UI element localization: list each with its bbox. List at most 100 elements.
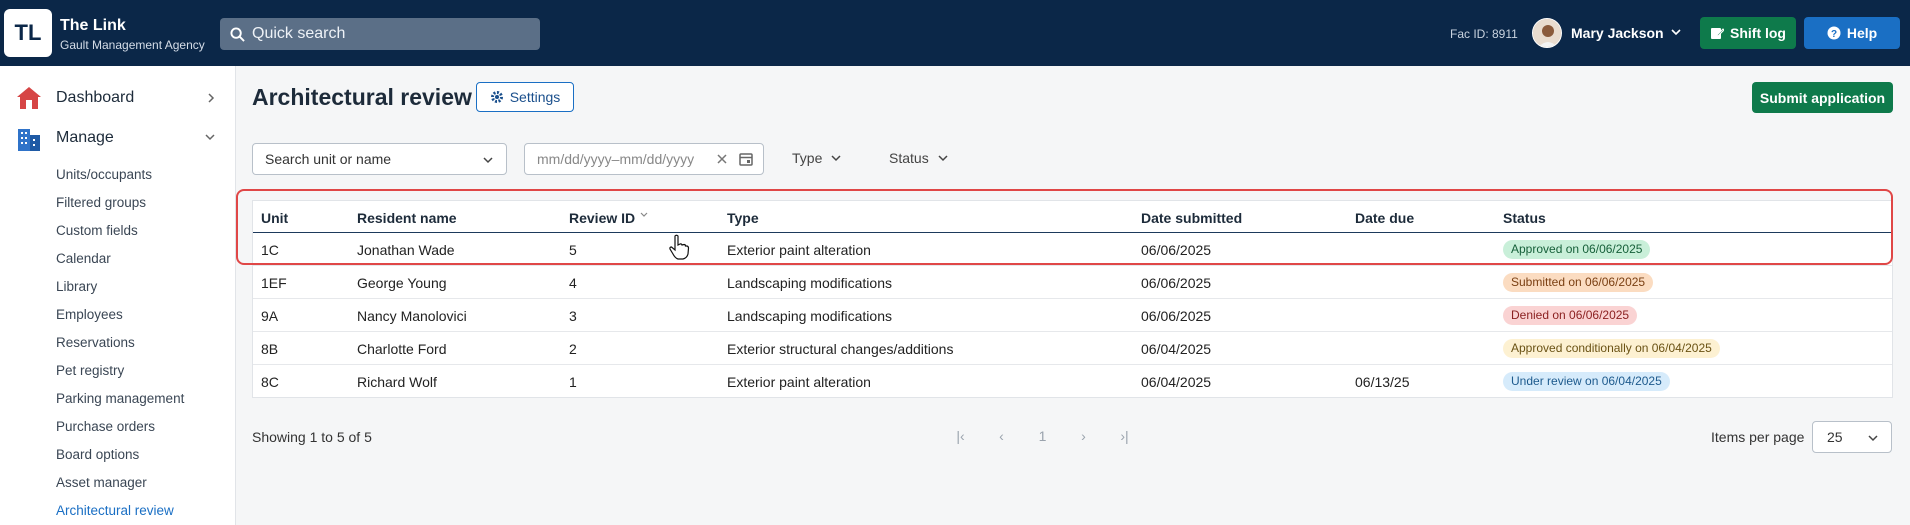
- sidebar-item-employees[interactable]: Employees: [56, 307, 123, 322]
- sidebar-item-label: Manage: [56, 129, 114, 146]
- app-name: The Link: [60, 17, 126, 34]
- avatar[interactable]: [1532, 18, 1562, 48]
- help-icon: ?: [1827, 26, 1841, 40]
- chevron-down-icon[interactable]: [1670, 26, 1682, 38]
- items-per-page-value: 25: [1827, 429, 1843, 445]
- quick-search[interactable]: Quick search: [220, 18, 540, 50]
- table-row[interactable]: 8C Richard Wolf 1 Exterior paint alterat…: [253, 365, 1892, 398]
- cell-review-id: 1: [569, 374, 577, 390]
- chevron-down-icon: [483, 157, 493, 164]
- cell-type: Exterior structural changes/additions: [727, 341, 954, 357]
- date-range-input[interactable]: mm/dd/yyyy–mm/dd/yyyy: [524, 143, 764, 175]
- page-title: Architectural review: [252, 84, 472, 110]
- pagination-summary: Showing 1 to 5 of 5: [252, 429, 372, 445]
- type-filter-label: Type: [792, 150, 823, 166]
- sidebar-item-calendar[interactable]: Calendar: [56, 251, 111, 266]
- help-button[interactable]: ? Help: [1804, 17, 1900, 49]
- cell-resident-name: Nancy Manolovici: [357, 308, 467, 324]
- svg-text:?: ?: [1831, 29, 1837, 40]
- sidebar-item-pet-registry[interactable]: Pet registry: [56, 363, 124, 378]
- sidebar-item-custom-fields[interactable]: Custom fields: [56, 223, 138, 238]
- sidebar-item-parking-management[interactable]: Parking management: [56, 391, 184, 406]
- items-per-page-select[interactable]: 25: [1812, 421, 1892, 453]
- quick-search-label: Quick search: [252, 25, 346, 42]
- sidebar-item-library[interactable]: Library: [56, 279, 97, 294]
- sidebar-item-architectural-review[interactable]: Architectural review: [56, 503, 174, 518]
- settings-label: Settings: [509, 89, 561, 105]
- submit-application-button[interactable]: Submit application: [1752, 82, 1893, 113]
- app-subtitle: Gault Management Agency: [60, 38, 205, 52]
- items-per-page-label: Items per page: [1711, 429, 1805, 445]
- sidebar-item-filtered-groups[interactable]: Filtered groups: [56, 195, 146, 210]
- gear-icon: [490, 91, 503, 103]
- chevron-down-icon: [1868, 435, 1878, 442]
- cell-review-id: 3: [569, 308, 577, 324]
- sidebar: Dashboard Manage Units/occupants Filtere…: [0, 66, 236, 525]
- first-page-icon[interactable]: |‹: [940, 428, 981, 444]
- shift-log-button[interactable]: Shift log: [1700, 17, 1796, 49]
- previous-page-icon[interactable]: ‹: [981, 428, 1022, 444]
- top-bar: TL The Link Gault Management Agency Quic…: [0, 0, 1910, 66]
- help-label: Help: [1846, 25, 1878, 41]
- status-filter[interactable]: Status: [889, 150, 949, 166]
- table-row[interactable]: 1EF George Young 4 Landscaping modificat…: [253, 266, 1892, 299]
- calendar-icon[interactable]: [738, 151, 754, 167]
- user-avatar-icon: [1533, 19, 1561, 47]
- cell-resident-name: George Young: [357, 275, 447, 291]
- cell-type: Exterior paint alteration: [727, 374, 871, 390]
- sidebar-item-asset-manager[interactable]: Asset manager: [56, 475, 147, 490]
- search-icon: [230, 26, 245, 42]
- table-row[interactable]: 9A Nancy Manolovici 3 Landscaping modifi…: [253, 299, 1892, 332]
- cell-type: Landscaping modifications: [727, 275, 892, 291]
- cell-review-id: 4: [569, 275, 577, 291]
- unit-search-placeholder: Search unit or name: [265, 151, 392, 167]
- cell-resident-name: Charlotte Ford: [357, 341, 447, 357]
- cell-review-id: 2: [569, 341, 577, 357]
- cell-resident-name: Richard Wolf: [357, 374, 437, 390]
- cell-unit: 8C: [261, 374, 279, 390]
- row-highlight-outline: [236, 189, 1893, 265]
- clear-icon[interactable]: [715, 152, 729, 166]
- shift-log-label: Shift log: [1730, 25, 1786, 41]
- sidebar-item-board-options[interactable]: Board options: [56, 447, 139, 462]
- pagination: |‹ ‹ 1 › ›|: [940, 428, 1145, 444]
- status-badge: Denied on 06/06/2025: [1503, 306, 1638, 325]
- cell-unit: 8B: [261, 341, 279, 357]
- date-range-placeholder: mm/dd/yyyy–mm/dd/yyyy: [537, 151, 695, 167]
- sidebar-item-manage[interactable]: Manage: [0, 118, 236, 158]
- sidebar-item-purchase-orders[interactable]: Purchase orders: [56, 419, 155, 434]
- facility-id: Fac ID: 8911: [1450, 27, 1518, 41]
- cell-unit: 9A: [261, 308, 279, 324]
- last-page-icon[interactable]: ›|: [1104, 428, 1145, 444]
- current-page[interactable]: 1: [1022, 428, 1063, 444]
- cell-date-submitted: 06/04/2025: [1141, 341, 1212, 357]
- note-edit-icon: [1711, 28, 1724, 39]
- status-badge: Submitted on 06/06/2025: [1503, 273, 1654, 292]
- app-logo[interactable]: TL: [4, 9, 52, 57]
- chevron-down-icon: [205, 134, 215, 141]
- house-icon: [17, 87, 41, 109]
- type-filter[interactable]: Type: [792, 150, 842, 166]
- status-filter-label: Status: [889, 150, 929, 166]
- settings-button[interactable]: Settings: [476, 82, 574, 112]
- cell-date-submitted: 06/04/2025: [1141, 374, 1212, 390]
- cell-date-submitted: 06/06/2025: [1141, 308, 1212, 324]
- table-row[interactable]: 8B Charlotte Ford 2 Exterior structural …: [253, 332, 1892, 365]
- cell-type: Landscaping modifications: [727, 308, 892, 324]
- chevron-down-icon: [831, 155, 841, 162]
- status-badge: Under review on 06/04/2025: [1503, 372, 1670, 391]
- unit-search-select[interactable]: Search unit or name: [252, 143, 507, 175]
- user-name[interactable]: Mary Jackson: [1571, 25, 1664, 41]
- chevron-right-icon: [208, 93, 215, 103]
- status-badge: Approved conditionally on 06/04/2025: [1503, 339, 1720, 358]
- sidebar-item-reservations[interactable]: Reservations: [56, 335, 135, 350]
- sidebar-item-dashboard[interactable]: Dashboard: [0, 78, 236, 118]
- cell-date-submitted: 06/06/2025: [1141, 275, 1212, 291]
- sidebar-item-units-occupants[interactable]: Units/occupants: [56, 167, 152, 182]
- chevron-down-icon: [938, 155, 948, 162]
- hand-cursor-icon: [669, 234, 690, 260]
- sidebar-item-label: Dashboard: [56, 89, 135, 106]
- building-icon: [18, 129, 40, 151]
- cell-unit: 1EF: [261, 275, 287, 291]
- next-page-icon[interactable]: ›: [1063, 428, 1104, 444]
